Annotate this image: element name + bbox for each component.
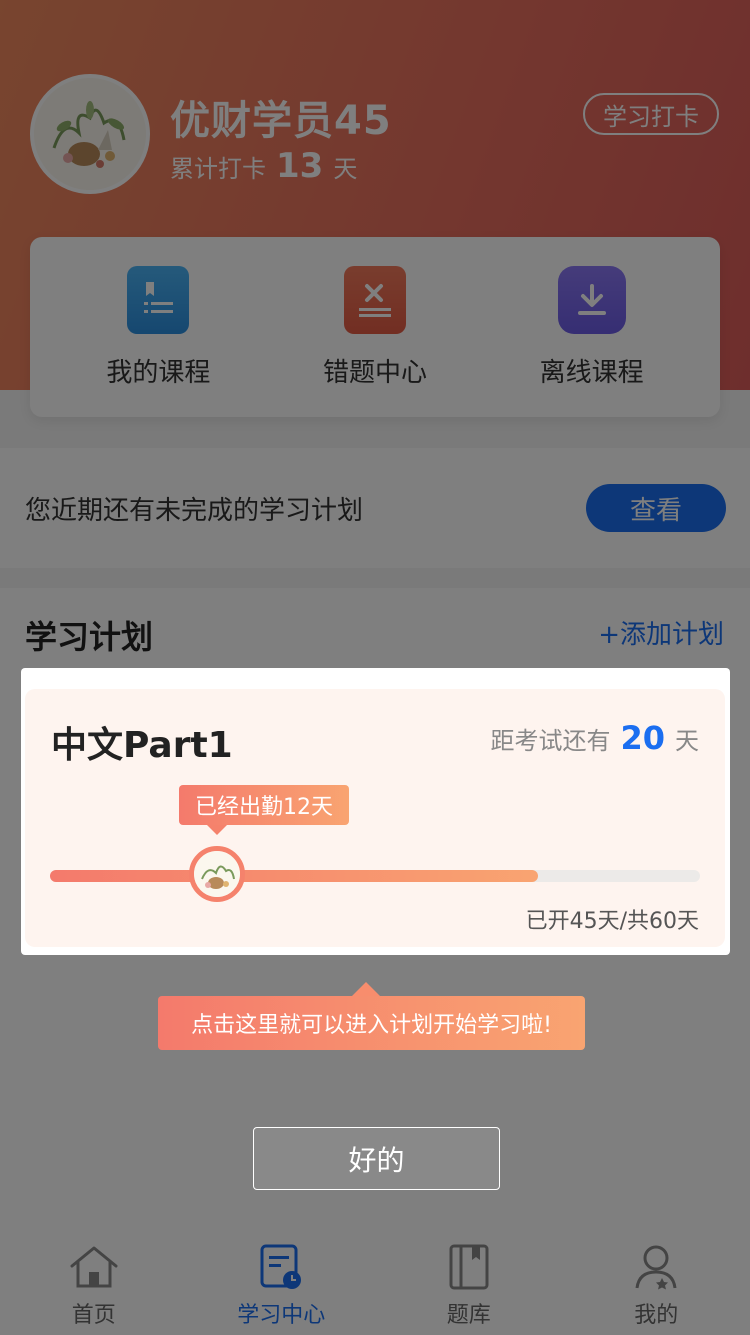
progress-fill <box>50 870 538 882</box>
exam-prefix: 距考试还有 <box>490 727 611 755</box>
exam-countdown: 距考试还有 20 天 <box>490 719 699 757</box>
course-name: 中文Part1 <box>51 725 233 766</box>
attendance-tooltip: 已经出勤12天 <box>179 785 349 835</box>
study-plan-card[interactable]: 中文Part1 距考试还有 20 天 已经出勤12天 已开45天/共60天 <box>25 689 725 947</box>
progress-track <box>50 870 700 882</box>
ok-button[interactable]: 好的 <box>253 1127 500 1190</box>
exam-days-number: 20 <box>620 719 665 757</box>
guide-tooltip: 点击这里就可以进入计划开始学习啦! <box>158 982 585 1050</box>
days-progress-text: 已开45天/共60天 <box>525 909 699 934</box>
exam-suffix: 天 <box>675 727 699 755</box>
progress-avatar-marker <box>189 846 245 902</box>
